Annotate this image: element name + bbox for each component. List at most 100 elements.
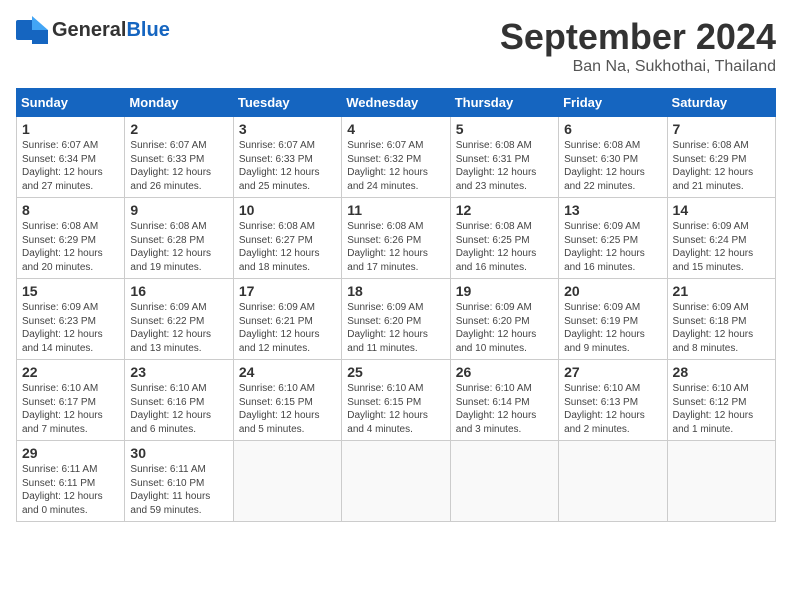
calendar-cell <box>450 441 558 522</box>
day-number: 26 <box>456 364 553 380</box>
calendar-cell <box>233 441 341 522</box>
day-number: 6 <box>564 121 661 137</box>
day-number: 20 <box>564 283 661 299</box>
cell-content: Sunrise: 6:10 AMSunset: 6:13 PMDaylight:… <box>564 382 661 436</box>
calendar-cell: 11 Sunrise: 6:08 AMSunset: 6:26 PMDayligh… <box>342 198 450 279</box>
calendar-cell: 25Sunrise: 6:10 AMSunset: 6:15 PMDayligh… <box>342 360 450 441</box>
day-number: 4 <box>347 121 444 137</box>
cell-content: Sunrise: 6:09 AMSunset: 6:24 PMDaylight:… <box>673 220 770 274</box>
logo-general: General <box>52 19 126 41</box>
cell-content: Sunrise: 6:09 AMSunset: 6:23 PMDaylight:… <box>22 301 119 355</box>
calendar-cell: 13 Sunrise: 6:09 AMSunset: 6:25 PMDayligh… <box>559 198 667 279</box>
day-number: 3 <box>239 121 336 137</box>
cell-content: Sunrise: 6:08 AMSunset: 6:29 PMDaylight:… <box>673 139 770 193</box>
calendar-cell: 20Sunrise: 6:09 AMSunset: 6:19 PMDayligh… <box>559 279 667 360</box>
calendar-cell: 22Sunrise: 6:10 AMSunset: 6:17 PMDayligh… <box>17 360 125 441</box>
day-number: 13 <box>564 202 661 218</box>
calendar-cell: 6 Sunrise: 6:08 AMSunset: 6:30 PMDaylight… <box>559 117 667 198</box>
calendar-cell: 5 Sunrise: 6:08 AMSunset: 6:31 PMDaylight… <box>450 117 558 198</box>
cell-content: Sunrise: 6:10 AMSunset: 6:16 PMDaylight:… <box>130 382 227 436</box>
cell-content: Sunrise: 6:10 AMSunset: 6:14 PMDaylight:… <box>456 382 553 436</box>
calendar-cell: 10 Sunrise: 6:08 AMSunset: 6:27 PMDayligh… <box>233 198 341 279</box>
cell-content: Sunrise: 6:09 AMSunset: 6:20 PMDaylight:… <box>456 301 553 355</box>
cell-content: Sunrise: 6:08 AMSunset: 6:30 PMDaylight:… <box>564 139 661 193</box>
logo: GeneralBlue <box>16 16 170 44</box>
cell-content: Sunrise: 6:09 AMSunset: 6:18 PMDaylight:… <box>673 301 770 355</box>
title-section: September 2024 Ban Na, Sukhothai, Thaila… <box>500 16 776 76</box>
day-header-sunday: Sunday <box>17 89 125 117</box>
calendar-cell: 16Sunrise: 6:09 AMSunset: 6:22 PMDayligh… <box>125 279 233 360</box>
day-number: 12 <box>456 202 553 218</box>
day-number: 21 <box>673 283 770 299</box>
day-number: 7 <box>673 121 770 137</box>
page-header: GeneralBlue September 2024 Ban Na, Sukho… <box>16 16 776 76</box>
calendar-cell <box>342 441 450 522</box>
cell-content: Sunrise: 6:11 AMSunset: 6:11 PMDaylight:… <box>22 463 119 517</box>
day-number: 30 <box>130 445 227 461</box>
day-number: 19 <box>456 283 553 299</box>
cell-content: Sunrise: 6:08 AMSunset: 6:28 PMDaylight:… <box>130 220 227 274</box>
calendar-week-1: 1 Sunrise: 6:07 AMSunset: 6:34 PMDaylight… <box>17 117 776 198</box>
calendar-cell: 15 Sunrise: 6:09 AMSunset: 6:23 PMDayligh… <box>17 279 125 360</box>
day-number: 8 <box>22 202 119 218</box>
cell-content: Sunrise: 6:10 AMSunset: 6:15 PMDaylight:… <box>239 382 336 436</box>
day-header-friday: Friday <box>559 89 667 117</box>
calendar-week-3: 15 Sunrise: 6:09 AMSunset: 6:23 PMDayligh… <box>17 279 776 360</box>
day-number: 29 <box>22 445 119 461</box>
calendar-cell: 24 Sunrise: 6:10 AMSunset: 6:15 PMDayligh… <box>233 360 341 441</box>
day-number: 11 <box>347 202 444 218</box>
calendar-cell: 7 Sunrise: 6:08 AMSunset: 6:29 PMDaylight… <box>667 117 775 198</box>
calendar-week-5: 29 Sunrise: 6:11 AMSunset: 6:11 PMDayligh… <box>17 441 776 522</box>
day-number: 15 <box>22 283 119 299</box>
day-number: 22 <box>22 364 119 380</box>
cell-content: Sunrise: 6:08 AMSunset: 6:25 PMDaylight:… <box>456 220 553 274</box>
calendar-cell: 23 Sunrise: 6:10 AMSunset: 6:16 PMDayligh… <box>125 360 233 441</box>
cell-content: Sunrise: 6:08 AMSunset: 6:29 PMDaylight:… <box>22 220 119 274</box>
calendar-week-4: 22Sunrise: 6:10 AMSunset: 6:17 PMDayligh… <box>17 360 776 441</box>
cell-content: Sunrise: 6:10 AMSunset: 6:12 PMDaylight:… <box>673 382 770 436</box>
calendar-cell: 9 Sunrise: 6:08 AMSunset: 6:28 PMDaylight… <box>125 198 233 279</box>
cell-content: Sunrise: 6:08 AMSunset: 6:27 PMDaylight:… <box>239 220 336 274</box>
day-number: 1 <box>22 121 119 137</box>
calendar-cell: 21 Sunrise: 6:09 AMSunset: 6:18 PMDayligh… <box>667 279 775 360</box>
day-number: 25 <box>347 364 444 380</box>
day-number: 28 <box>673 364 770 380</box>
header-row: SundayMondayTuesdayWednesdayThursdayFrid… <box>17 89 776 117</box>
day-header-monday: Monday <box>125 89 233 117</box>
calendar-cell: 26 Sunrise: 6:10 AMSunset: 6:14 PMDayligh… <box>450 360 558 441</box>
calendar-cell: 2Sunrise: 6:07 AMSunset: 6:33 PMDaylight… <box>125 117 233 198</box>
cell-content: Sunrise: 6:09 AMSunset: 6:22 PMDaylight:… <box>130 301 227 355</box>
calendar-cell: 17 Sunrise: 6:09 AMSunset: 6:21 PMDayligh… <box>233 279 341 360</box>
calendar-cell: 19 Sunrise: 6:09 AMSunset: 6:20 PMDayligh… <box>450 279 558 360</box>
cell-content: Sunrise: 6:07 AMSunset: 6:32 PMDaylight:… <box>347 139 444 193</box>
calendar-cell: 12 Sunrise: 6:08 AMSunset: 6:25 PMDayligh… <box>450 198 558 279</box>
cell-content: Sunrise: 6:07 AMSunset: 6:33 PMDaylight:… <box>239 139 336 193</box>
cell-content: Sunrise: 6:07 AMSunset: 6:33 PMDaylight:… <box>130 139 227 193</box>
calendar-week-2: 8 Sunrise: 6:08 AMSunset: 6:29 PMDaylight… <box>17 198 776 279</box>
calendar-cell: 18 Sunrise: 6:09 AMSunset: 6:20 PMDayligh… <box>342 279 450 360</box>
cell-content: Sunrise: 6:07 AMSunset: 6:34 PMDaylight:… <box>22 139 119 193</box>
cell-content: Sunrise: 6:08 AMSunset: 6:31 PMDaylight:… <box>456 139 553 193</box>
day-number: 17 <box>239 283 336 299</box>
calendar-cell: 8 Sunrise: 6:08 AMSunset: 6:29 PMDaylight… <box>17 198 125 279</box>
cell-content: Sunrise: 6:08 AMSunset: 6:26 PMDaylight:… <box>347 220 444 274</box>
day-header-wednesday: Wednesday <box>342 89 450 117</box>
calendar-cell: 30 Sunrise: 6:11 AMSunset: 6:10 PMDayligh… <box>125 441 233 522</box>
day-number: 5 <box>456 121 553 137</box>
day-number: 18 <box>347 283 444 299</box>
calendar-cell: 4 Sunrise: 6:07 AMSunset: 6:32 PMDaylight… <box>342 117 450 198</box>
day-number: 9 <box>130 202 227 218</box>
day-number: 24 <box>239 364 336 380</box>
day-number: 23 <box>130 364 227 380</box>
calendar-cell <box>667 441 775 522</box>
logo-icon <box>16 16 48 44</box>
cell-content: Sunrise: 6:11 AMSunset: 6:10 PMDaylight:… <box>130 463 227 517</box>
calendar-cell <box>559 441 667 522</box>
cell-content: Sunrise: 6:09 AMSunset: 6:20 PMDaylight:… <box>347 301 444 355</box>
logo-blue: Blue <box>126 19 169 41</box>
day-number: 10 <box>239 202 336 218</box>
cell-content: Sunrise: 6:09 AMSunset: 6:21 PMDaylight:… <box>239 301 336 355</box>
month-title: September 2024 <box>500 16 776 58</box>
calendar-cell: 27Sunrise: 6:10 AMSunset: 6:13 PMDayligh… <box>559 360 667 441</box>
cell-content: Sunrise: 6:09 AMSunset: 6:25 PMDaylight:… <box>564 220 661 274</box>
